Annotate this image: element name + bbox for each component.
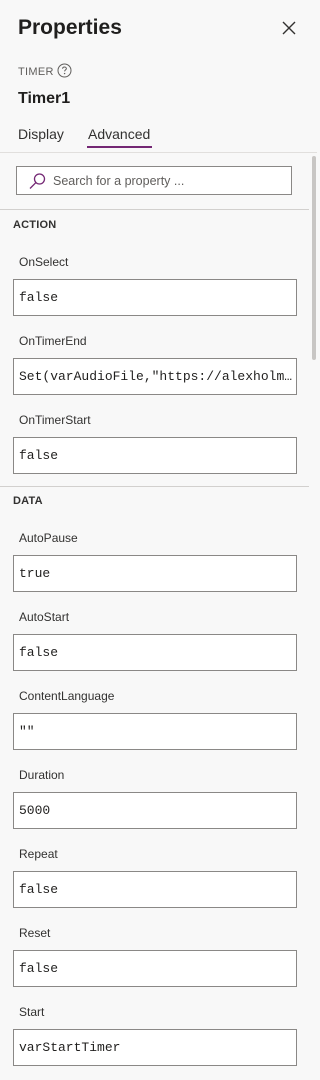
property-input-start[interactable]: varStartTimer bbox=[13, 1029, 297, 1066]
close-icon[interactable] bbox=[280, 19, 298, 37]
property-input-contentlanguage[interactable]: "" bbox=[13, 713, 297, 750]
section-title-action: ACTION bbox=[13, 219, 57, 231]
property-label-ontimerend: OnTimerEnd bbox=[19, 334, 87, 348]
property-label-contentlanguage: ContentLanguage bbox=[19, 689, 115, 703]
property-input-reset[interactable]: false bbox=[13, 950, 297, 987]
property-label-ontimerstart: OnTimerStart bbox=[19, 413, 91, 427]
property-label-autopause: AutoPause bbox=[19, 531, 78, 545]
property-label-repeat: Repeat bbox=[19, 847, 58, 861]
header-divider bbox=[0, 152, 317, 153]
section-title-data: DATA bbox=[13, 495, 43, 507]
help-icon[interactable] bbox=[57, 63, 72, 78]
property-label-duration: Duration bbox=[19, 768, 65, 782]
property-label-onselect: OnSelect bbox=[19, 255, 69, 269]
property-input-duration[interactable]: 5000 bbox=[13, 792, 297, 829]
property-label-reset: Reset bbox=[19, 926, 51, 940]
tab-display[interactable]: Display bbox=[18, 126, 64, 142]
control-type-label: TIMER bbox=[18, 66, 54, 78]
tab-selected-indicator bbox=[87, 146, 152, 148]
property-input-autopause[interactable]: true bbox=[13, 555, 297, 592]
panel-title: Properties bbox=[18, 16, 122, 39]
property-input-ontimerend[interactable]: Set(varAudioFile,"https://alexholmeset.b… bbox=[13, 358, 297, 395]
tab-advanced[interactable]: Advanced bbox=[88, 126, 150, 142]
search-icon bbox=[29, 173, 46, 189]
control-name: Timer1 bbox=[18, 90, 71, 107]
property-label-autostart: AutoStart bbox=[19, 610, 70, 624]
property-input-autostart[interactable]: false bbox=[13, 634, 297, 671]
property-input-repeat[interactable]: false bbox=[13, 871, 297, 908]
section-divider bbox=[0, 209, 309, 210]
property-input-onselect[interactable]: false bbox=[13, 279, 297, 316]
section-divider bbox=[0, 486, 309, 487]
search-input[interactable] bbox=[53, 171, 283, 190]
properties-header: Properties TIMER Timer1 Display Advanced bbox=[0, 0, 317, 153]
property-input-ontimerstart[interactable]: false bbox=[13, 437, 297, 474]
scrollbar-thumb[interactable] bbox=[312, 156, 316, 360]
property-label-start: Start bbox=[19, 1005, 45, 1019]
property-search-box[interactable] bbox=[16, 166, 292, 195]
